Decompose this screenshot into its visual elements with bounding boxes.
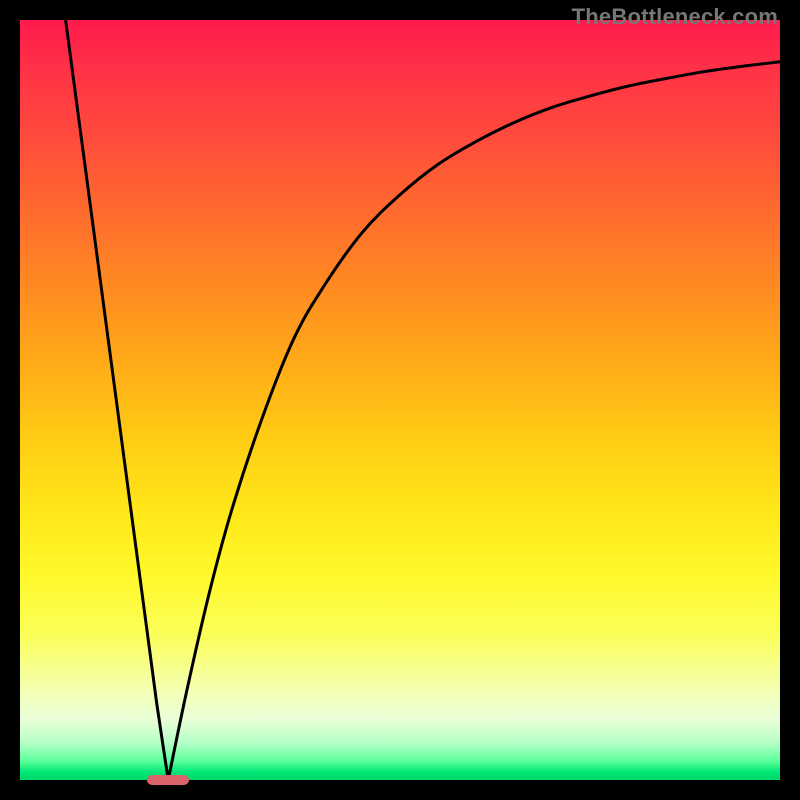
optimal-marker bbox=[147, 775, 189, 786]
plot-area bbox=[20, 20, 780, 780]
chart-frame: TheBottleneck.com bbox=[0, 0, 800, 800]
curve-left-limb bbox=[66, 20, 169, 780]
curve-right-limb bbox=[168, 62, 780, 780]
curve-layer bbox=[20, 20, 780, 780]
